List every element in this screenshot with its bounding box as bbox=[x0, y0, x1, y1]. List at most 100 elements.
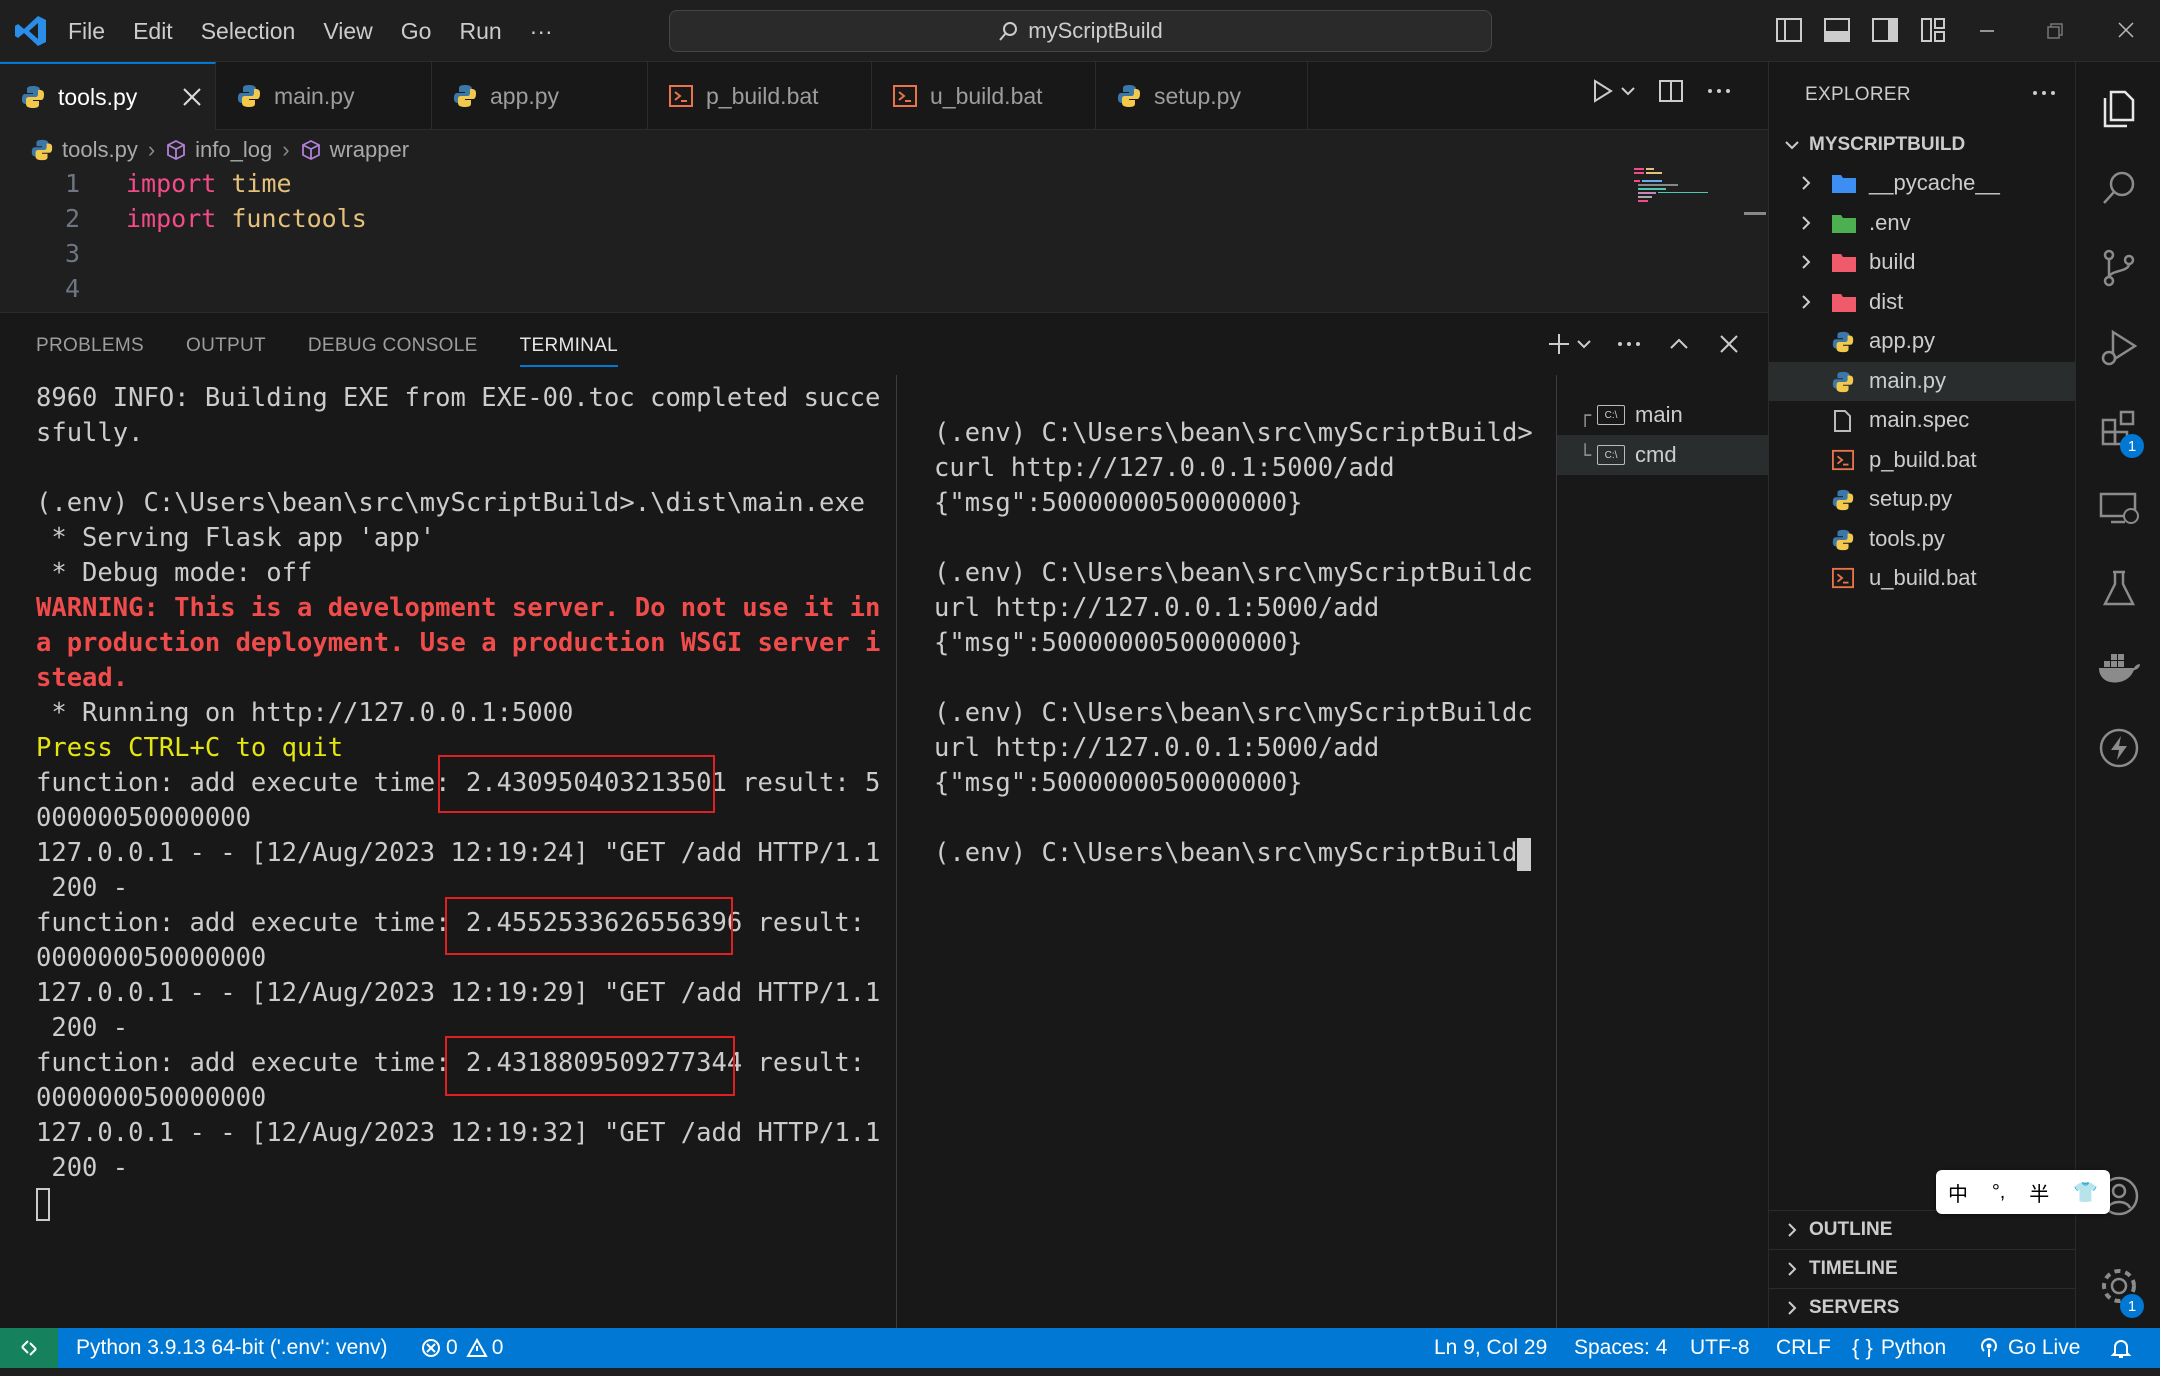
go-live[interactable]: Go Live bbox=[1978, 1328, 2080, 1368]
activity-testing[interactable] bbox=[2076, 548, 2160, 628]
breadcrumb-separator-icon: › bbox=[282, 137, 290, 162]
tree-file[interactable]: p_build.bat bbox=[1769, 441, 2076, 480]
tab-u-build-bat[interactable]: u_build.bat bbox=[872, 62, 1096, 130]
tree-file[interactable]: u_build.bat bbox=[1769, 559, 2076, 598]
workspace-root[interactable]: MYSCRIPTBUILD bbox=[1769, 126, 2076, 164]
section-servers[interactable]: SERVERS bbox=[1769, 1288, 2076, 1326]
toggle-panel-icon[interactable] bbox=[1823, 16, 1851, 44]
method-cube-icon bbox=[165, 139, 187, 161]
tree-item-label: build bbox=[1869, 249, 1916, 274]
tree-folder[interactable]: __pycache__ bbox=[1769, 164, 2076, 203]
ime-punctuation[interactable]: °, bbox=[1992, 1181, 2006, 1204]
terminal-item-cmd[interactable]: └ C:\ cmd bbox=[1557, 435, 1769, 475]
tab-terminal[interactable]: TERMINAL bbox=[519, 335, 619, 367]
breadcrumb-file[interactable]: tools.py bbox=[62, 137, 138, 163]
activity-thunder-client[interactable] bbox=[2076, 708, 2160, 788]
section-timeline[interactable]: TIMELINE bbox=[1769, 1249, 2076, 1287]
menu-selection[interactable]: Selection bbox=[193, 18, 304, 45]
braces-icon: { } bbox=[1852, 1335, 1873, 1360]
problems-summary[interactable]: 0 0 bbox=[420, 1328, 503, 1368]
activity-run-debug[interactable] bbox=[2076, 308, 2160, 388]
more-actions-icon[interactable] bbox=[1616, 331, 1642, 357]
end-of-line[interactable]: CRLF bbox=[1776, 1328, 1831, 1368]
terminal-cursor bbox=[36, 1186, 882, 1221]
activity-remote-explorer[interactable] bbox=[2076, 468, 2160, 548]
activity-search[interactable] bbox=[2076, 148, 2160, 228]
close-window-icon[interactable] bbox=[2116, 20, 2136, 40]
source-control-icon bbox=[2103, 249, 2134, 287]
tree-item-label: .env bbox=[1869, 209, 1911, 235]
tree-item-label: app.py bbox=[1869, 328, 1936, 353]
terminal-right-pane[interactable]: (.env) C:\Users\bean\src\myScriptBuild> c… bbox=[934, 381, 1554, 1321]
close-panel-icon[interactable] bbox=[1716, 331, 1742, 357]
ime-mode-chinese[interactable]: 中 bbox=[1948, 1178, 1968, 1207]
python-interpreter[interactable]: Python 3.9.13 64-bit ('.env': venv) bbox=[76, 1328, 388, 1368]
menu-file[interactable]: File bbox=[60, 18, 113, 45]
workspace-root-label: MYSCRIPTBUILD bbox=[1809, 134, 1966, 155]
tab-debug-console[interactable]: DEBUG CONSOLE bbox=[308, 335, 478, 367]
customize-layout-icon[interactable] bbox=[1919, 16, 1947, 44]
new-terminal-icon[interactable] bbox=[1546, 331, 1572, 357]
toggle-primary-sidebar-icon[interactable] bbox=[1775, 16, 1803, 44]
activity-manage[interactable]: 1 bbox=[2076, 1246, 2160, 1326]
activity-explorer[interactable] bbox=[2076, 68, 2160, 148]
toggle-secondary-sidebar-icon[interactable] bbox=[1871, 16, 1899, 44]
tab-main-py[interactable]: main.py bbox=[216, 62, 432, 130]
close-tab-icon[interactable] bbox=[181, 86, 203, 108]
activity-source-control[interactable] bbox=[2076, 228, 2160, 308]
vscode-logo-icon[interactable] bbox=[14, 14, 48, 48]
terminal-left-pane[interactable]: 8960 INFO: Building EXE from EXE-00.toc … bbox=[36, 381, 882, 1321]
indentation[interactable]: Spaces: 4 bbox=[1574, 1328, 1667, 1368]
cursor-position[interactable]: Ln 9, Col 29 bbox=[1434, 1328, 1547, 1368]
restore-icon[interactable] bbox=[2046, 22, 2064, 40]
terminal-split-divider[interactable] bbox=[896, 375, 897, 1329]
ime-skin-icon[interactable]: 👕 bbox=[2073, 1180, 2098, 1205]
tree-folder[interactable]: .env bbox=[1769, 204, 2076, 243]
menu-view[interactable]: View bbox=[315, 18, 380, 45]
tree-file[interactable]: app.py bbox=[1769, 322, 2076, 361]
menu-more[interactable]: ··· bbox=[522, 18, 561, 45]
chevron-down-icon[interactable] bbox=[1620, 78, 1636, 104]
menu-go[interactable]: Go bbox=[393, 18, 440, 45]
tab-app-py[interactable]: app.py bbox=[432, 62, 648, 130]
language-mode[interactable]: { } Python bbox=[1852, 1328, 1946, 1368]
tab-problems[interactable]: PROBLEMS bbox=[36, 335, 144, 367]
activity-docker[interactable] bbox=[2076, 628, 2160, 708]
tab-p-build-bat[interactable]: p_build.bat bbox=[648, 62, 872, 130]
terminal-item-main[interactable]: ┌ C:\ main bbox=[1557, 395, 1769, 435]
maximize-panel-icon[interactable] bbox=[1666, 331, 1692, 357]
remote-indicator[interactable] bbox=[0, 1328, 58, 1368]
breadcrumb-function[interactable]: info_log bbox=[195, 137, 272, 163]
breadcrumb-inner-function[interactable]: wrapper bbox=[330, 137, 409, 163]
run-file-icon[interactable] bbox=[1590, 78, 1614, 104]
python-file-icon bbox=[1831, 370, 1857, 394]
tree-file[interactable]: tools.py bbox=[1769, 520, 2076, 559]
tree-folder[interactable]: build bbox=[1769, 243, 2076, 282]
menu-edit[interactable]: Edit bbox=[125, 18, 181, 45]
tree-folder[interactable]: dist bbox=[1769, 283, 2076, 322]
remote-icon bbox=[21, 1340, 37, 1356]
breadcrumb: tools.py › info_log › wrapper bbox=[30, 130, 409, 170]
code-editor[interactable]: 1 import time 2 import functools 3 4 bbox=[0, 166, 1768, 312]
split-editor-icon[interactable] bbox=[1658, 78, 1684, 104]
tab-output[interactable]: OUTPUT bbox=[186, 335, 266, 367]
activity-extensions[interactable]: 1 bbox=[2076, 388, 2160, 468]
tab-setup-py[interactable]: setup.py bbox=[1096, 62, 1308, 130]
tree-file[interactable]: main.spec bbox=[1769, 401, 2076, 440]
notifications[interactable] bbox=[2110, 1328, 2132, 1368]
terminal-line: a production deployment. Use a productio… bbox=[36, 628, 882, 658]
menu-run[interactable]: Run bbox=[451, 18, 509, 45]
chevron-down-icon[interactable] bbox=[1576, 331, 1592, 357]
tree-file[interactable]: setup.py bbox=[1769, 480, 2076, 519]
ime-half-width[interactable]: 半 bbox=[2029, 1178, 2049, 1207]
section-outline[interactable]: OUTLINE bbox=[1769, 1210, 2076, 1248]
tab-label: app.py bbox=[490, 82, 560, 109]
encoding[interactable]: UTF-8 bbox=[1690, 1328, 1750, 1368]
tree-file[interactable]: main.py bbox=[1769, 361, 2076, 401]
command-center-search[interactable]: myScriptBuild bbox=[669, 10, 1492, 52]
more-actions-icon[interactable] bbox=[2031, 80, 2057, 106]
minimize-icon[interactable] bbox=[1978, 22, 1996, 40]
tab-tools-py[interactable]: tools.py bbox=[0, 62, 216, 130]
more-actions-icon[interactable] bbox=[1706, 78, 1732, 104]
minimap[interactable] bbox=[1632, 166, 1712, 216]
